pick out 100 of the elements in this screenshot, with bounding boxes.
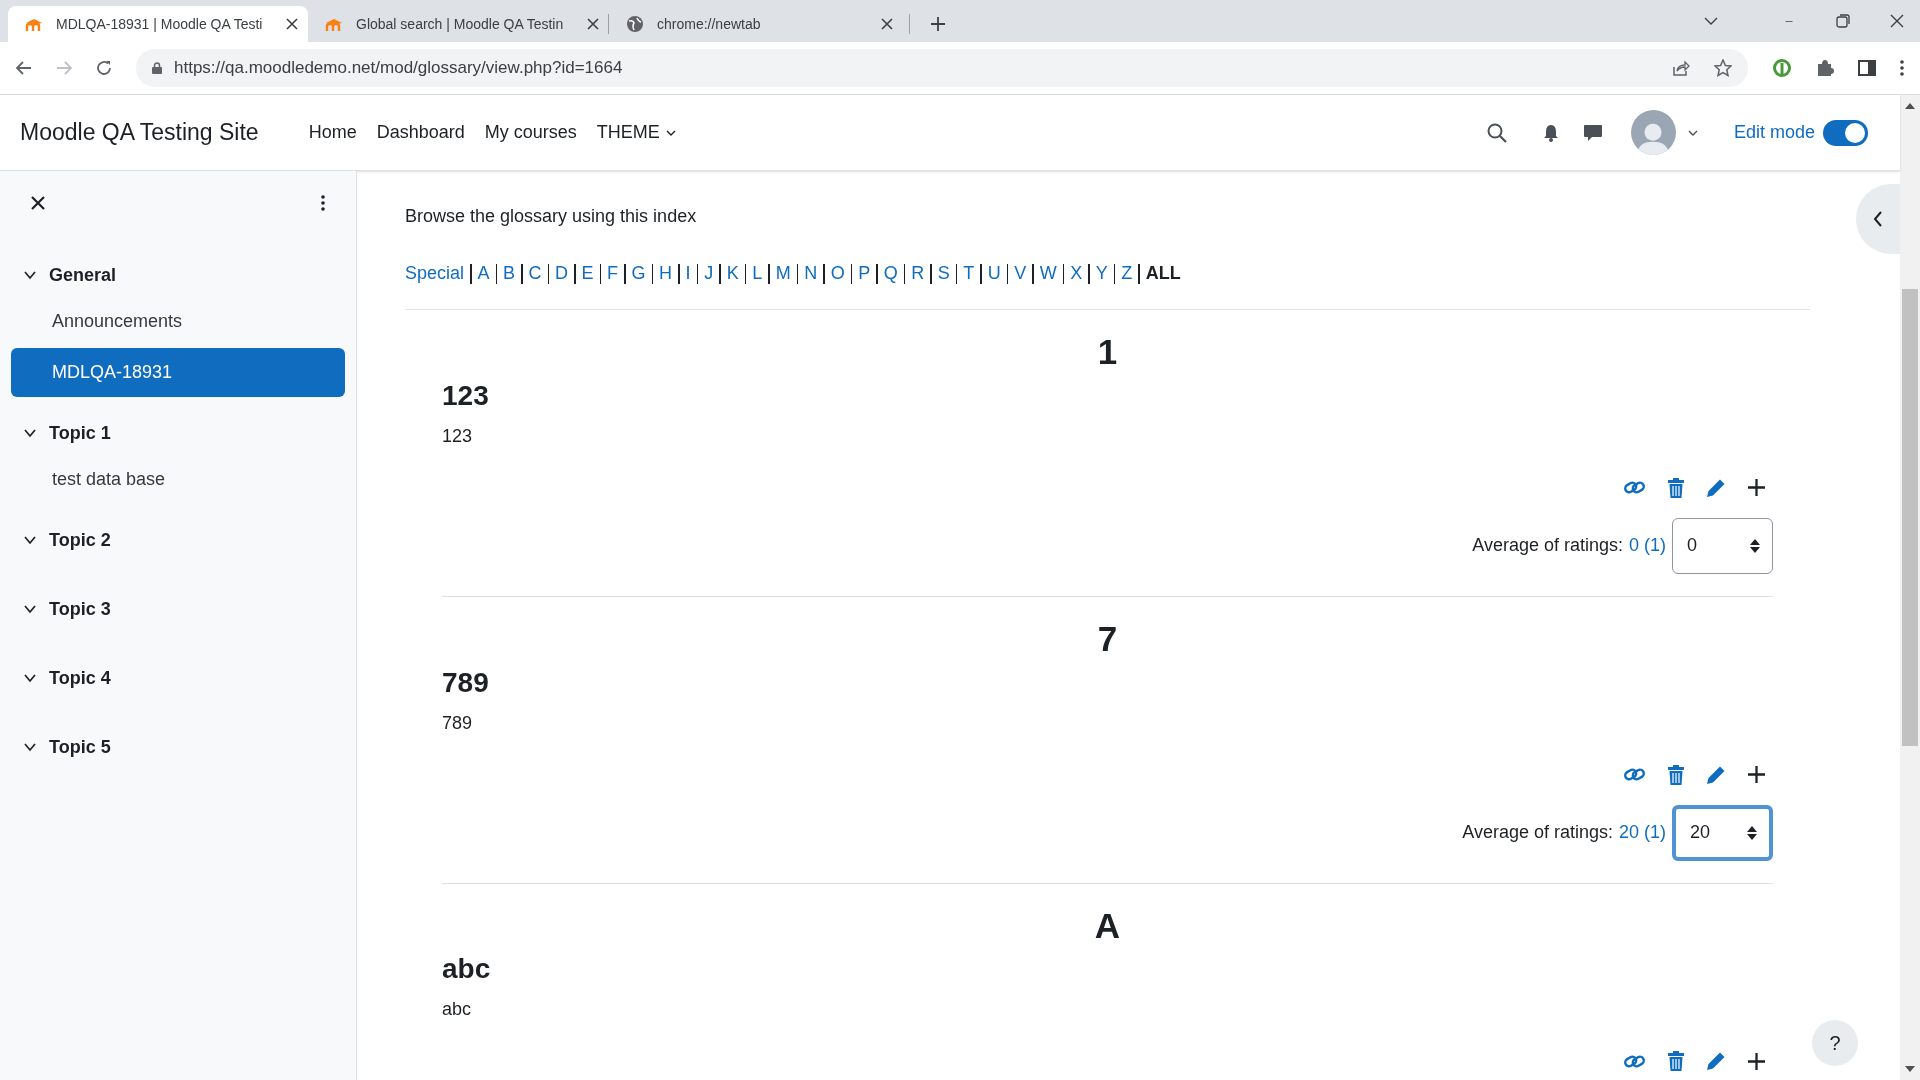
rating-label: Average of ratings: — [1472, 534, 1623, 558]
caret-icon[interactable] — [1687, 129, 1698, 136]
pencil-icon[interactable] — [1706, 764, 1726, 785]
more-icon[interactable] — [1900, 60, 1904, 76]
drawer-toggle[interactable] — [1856, 184, 1900, 254]
close-icon[interactable] — [587, 18, 600, 30]
browser-tab[interactable]: Global search | Moodle QA Testin — [308, 6, 608, 42]
tab-title: chrome://newtab — [657, 14, 761, 34]
index-link[interactable]: S — [937, 260, 950, 287]
rating-label: Average of ratings: — [1462, 821, 1613, 844]
section-title[interactable]: General — [49, 261, 117, 289]
activity-item[interactable]: Announcements — [11, 297, 345, 346]
entry-term: 789 — [442, 665, 490, 700]
help-button[interactable]: ? — [1812, 1020, 1858, 1066]
side-panel-icon[interactable] — [1858, 60, 1876, 76]
tab-title: Global search | Moodle QA Testin — [356, 14, 564, 34]
index-link[interactable]: Special — [405, 260, 465, 287]
index-link[interactable]: C — [528, 260, 542, 287]
plus-icon[interactable] — [1748, 766, 1765, 783]
sort-arrows-icon — [1747, 825, 1757, 840]
index-link[interactable]: X — [1070, 260, 1083, 287]
index-link[interactable]: P — [858, 260, 871, 287]
entry-term: abc — [442, 952, 492, 987]
scroll-down-icon[interactable] — [1905, 1066, 1915, 1072]
index-link[interactable]: F — [607, 260, 619, 287]
rating-link[interactable]: 0 (1) — [1629, 532, 1666, 560]
entry-term: 123 — [442, 378, 490, 413]
address-bar[interactable]: https://qa.moodledemo.net/mod/glossary/view.php?id=1664 — [136, 49, 1748, 87]
rating-link[interactable]: 20 (1) — [1618, 819, 1666, 846]
plus-icon[interactable] — [1748, 479, 1765, 497]
back-icon[interactable] — [16, 60, 32, 76]
entry-definition: 789 — [442, 711, 474, 735]
scrollbar[interactable] — [1900, 95, 1920, 1080]
rating-select[interactable]: 20 — [1672, 804, 1773, 861]
close-icon[interactable] — [881, 18, 893, 30]
trash-icon[interactable] — [1668, 764, 1684, 785]
sort-arrows-icon — [1750, 538, 1760, 553]
activity-item[interactable]: MDLQA-18931 — [11, 348, 345, 397]
new-tab-icon[interactable] — [930, 16, 946, 32]
puzzle-icon[interactable] — [1816, 59, 1834, 77]
index-link[interactable]: R — [911, 260, 925, 287]
index-link[interactable]: Y — [1095, 260, 1108, 287]
section-title[interactable]: Topic 1 — [49, 419, 111, 447]
pencil-icon[interactable] — [1706, 1051, 1726, 1072]
browser-tab[interactable]: MDLQA-18931 | Moodle QA Testi — [8, 6, 308, 42]
close-icon[interactable] — [1890, 14, 1904, 28]
dropdown-icon[interactable] — [1704, 17, 1718, 25]
index-link[interactable]: G — [631, 260, 646, 287]
lock-icon — [152, 62, 162, 74]
edit-mode-switch[interactable] — [1823, 119, 1868, 146]
site-name[interactable]: Moodle QA Testing Site — [20, 115, 259, 150]
index-link[interactable]: J — [704, 260, 714, 287]
index-link[interactable]: B — [503, 260, 516, 287]
share-icon[interactable] — [1672, 60, 1690, 76]
index-link[interactable]: U — [987, 260, 1001, 287]
index-link[interactable]: K — [726, 260, 739, 287]
index-link[interactable]: H — [659, 260, 673, 287]
search-icon[interactable] — [1486, 122, 1507, 143]
bell-icon[interactable] — [1542, 123, 1559, 142]
section-title[interactable]: Topic 4 — [49, 664, 111, 692]
pencil-icon[interactable] — [1706, 477, 1726, 498]
index-link[interactable]: O — [830, 260, 845, 287]
close-icon[interactable] — [31, 196, 45, 210]
index-link[interactable]: N — [804, 260, 818, 287]
trash-icon[interactable] — [1668, 477, 1684, 498]
index-link[interactable]: L — [752, 260, 763, 287]
index-link[interactable]: E — [581, 260, 594, 287]
restore-icon[interactable] — [1836, 14, 1850, 28]
index-link[interactable]: T — [963, 260, 975, 287]
activity-item[interactable]: test data base — [11, 455, 345, 504]
index-link[interactable]: Q — [883, 260, 898, 287]
index-link[interactable]: D — [555, 260, 569, 287]
scroll-up-icon[interactable] — [1905, 103, 1915, 109]
caret-icon — [665, 129, 676, 136]
index-link[interactable]: I — [685, 260, 691, 287]
index-link[interactable]: M — [775, 260, 791, 287]
nav-menu[interactable]: THEME — [586, 119, 686, 146]
section-title[interactable]: Topic 5 — [49, 733, 111, 761]
index-link[interactable]: W — [1039, 260, 1057, 287]
entry-definition: abc — [442, 998, 473, 1022]
close-icon[interactable] — [286, 18, 299, 30]
extension-badge-icon[interactable] — [1772, 58, 1792, 78]
plus-icon[interactable] — [1748, 1052, 1765, 1070]
rating-select[interactable]: 0 — [1672, 517, 1773, 574]
section-title[interactable]: Topic 2 — [49, 526, 111, 554]
trash-icon[interactable] — [1668, 1051, 1684, 1072]
more-icon[interactable] — [321, 195, 325, 211]
nav-link[interactable]: Home — [298, 119, 367, 146]
index-link[interactable]: A — [477, 260, 490, 287]
reload-icon[interactable] — [96, 60, 112, 76]
chat-icon[interactable] — [1582, 123, 1603, 142]
nav-link[interactable]: Dashboard — [366, 119, 475, 146]
index-link[interactable]: Z — [1121, 260, 1133, 287]
star-icon[interactable] — [1714, 59, 1732, 77]
index-current[interactable]: ALL — [1145, 260, 1181, 287]
section-title[interactable]: Topic 3 — [49, 595, 111, 623]
letter-heading: 7 — [1097, 617, 1118, 660]
browser-tab[interactable]: chrome://newtab — [609, 6, 909, 42]
index-link[interactable]: V — [1014, 260, 1027, 287]
nav-link[interactable]: My courses — [474, 119, 587, 146]
